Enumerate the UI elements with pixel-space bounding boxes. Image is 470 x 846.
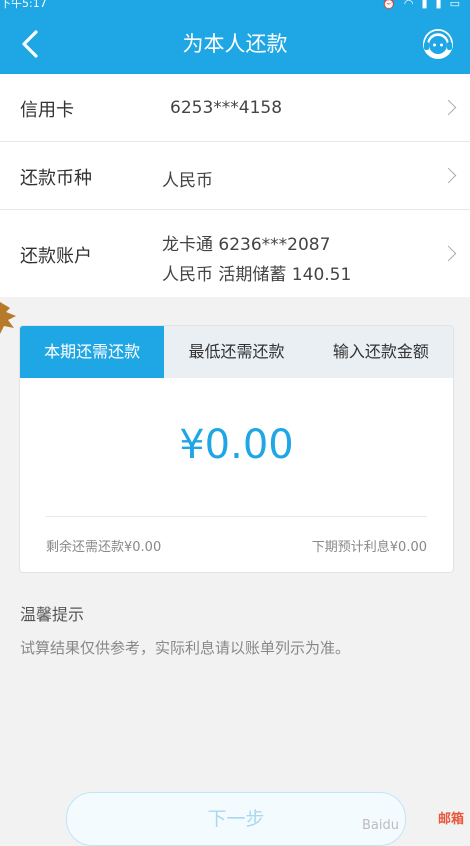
credit-card-label: 信用卡 bbox=[20, 100, 74, 121]
next-step-button[interactable]: 下一步 bbox=[66, 792, 406, 846]
tab-current-due[interactable]: 本期还需还款 bbox=[20, 326, 165, 378]
account-label: 还款账户 bbox=[20, 246, 92, 267]
tips-title: 温馨提示 bbox=[20, 605, 85, 624]
mail-watermark: 邮箱 bbox=[437, 812, 464, 827]
alarm-icon: ⏰ bbox=[382, 0, 396, 10]
status-time: 下午5:17 bbox=[0, 0, 47, 10]
tab-minimum-due[interactable]: 最低还需还款 bbox=[164, 326, 308, 378]
amount-tabs: 本期还需还款 最低还需还款 输入还款金额 bbox=[20, 326, 453, 378]
currency-label: 还款币种 bbox=[20, 168, 92, 189]
page-title: 为本人还款 bbox=[182, 32, 288, 56]
tips-text: 试算结果仅供参考，实际利息请以账单列示为准。 bbox=[20, 639, 351, 657]
chevron-right-icon bbox=[440, 167, 457, 184]
wifi-icon: ◠ bbox=[403, 0, 414, 10]
signal-icon: ▮ bbox=[421, 0, 428, 10]
credit-card-value: 6253***4158 bbox=[170, 98, 283, 118]
account-line1: 龙卡通 6236***2087 bbox=[162, 235, 331, 255]
status-icons: ⏰ ◠ ▮ ▮ ▭ bbox=[382, 0, 460, 10]
credit-card-row[interactable]: 信用卡 6253***4158 bbox=[0, 74, 470, 142]
currency-value: 人民币 bbox=[162, 171, 213, 191]
leaf-icon bbox=[0, 302, 16, 334]
status-bar: 下午5:17 ⏰ ◠ ▮ ▮ ▭ bbox=[0, 0, 470, 14]
app-bar: 为本人还款 bbox=[0, 14, 470, 74]
signal-icon-2: ▮ bbox=[435, 0, 442, 10]
battery-icon: ▭ bbox=[449, 0, 460, 10]
back-button[interactable] bbox=[10, 24, 50, 64]
next-interest: 下期预计利息¥0.00 bbox=[311, 540, 427, 555]
tab-custom-amount[interactable]: 输入还款金额 bbox=[309, 326, 453, 378]
chevron-right-icon bbox=[440, 245, 457, 262]
customer-service-icon[interactable] bbox=[420, 26, 456, 62]
repayment-panel: 本期还需还款 最低还需还款 输入还款金额 ¥0.00 剩余还需还款¥0.00 下… bbox=[19, 325, 454, 573]
divider bbox=[46, 516, 427, 517]
account-line2: 人民币 活期储蓄 140.51 bbox=[162, 265, 352, 285]
currency-row[interactable]: 还款币种 人民币 bbox=[0, 142, 470, 210]
remaining-due: 剩余还需还款¥0.00 bbox=[46, 540, 162, 555]
baidu-watermark: Baidu bbox=[362, 818, 399, 833]
repayment-amount: ¥0.00 bbox=[179, 422, 294, 468]
chevron-right-icon bbox=[440, 99, 457, 116]
account-row[interactable]: 还款账户 龙卡通 6236***2087 人民币 活期储蓄 140.51 bbox=[0, 210, 470, 297]
chevron-left-icon bbox=[22, 30, 38, 58]
